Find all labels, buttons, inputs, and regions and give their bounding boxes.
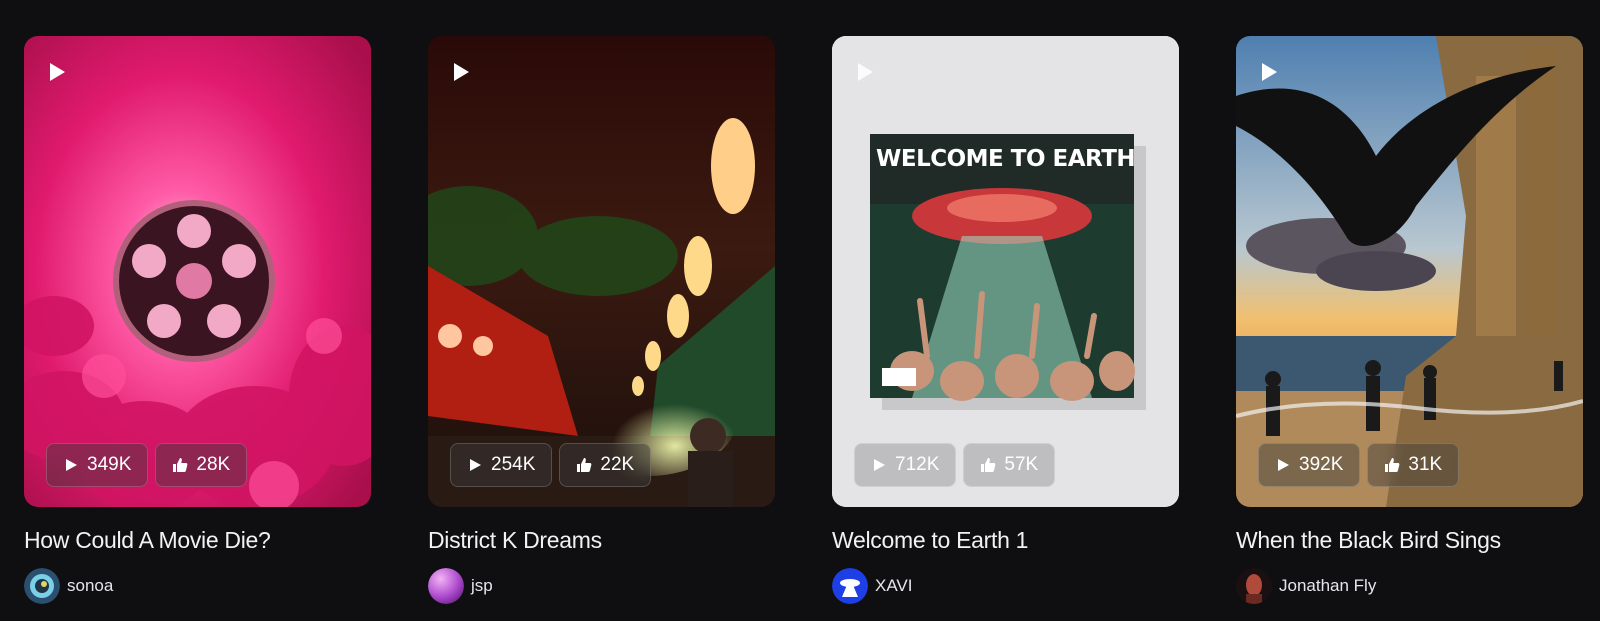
portrait-avatar-icon xyxy=(1236,568,1272,604)
thumbs-up-icon xyxy=(1385,458,1400,472)
plays-value: 254K xyxy=(491,454,536,475)
thumbnail-art xyxy=(24,36,371,507)
likes-value: 31K xyxy=(1408,454,1443,475)
play-icon xyxy=(874,459,885,471)
thumbs-up-icon xyxy=(577,458,592,472)
thumbnail-art xyxy=(1236,36,1583,507)
play-icon xyxy=(1262,63,1277,81)
likes-count: 57K xyxy=(963,443,1056,487)
thumbs-up-icon xyxy=(981,458,996,472)
play-icon xyxy=(454,63,469,81)
thumbs-up-icon xyxy=(173,458,188,472)
plays-value: 392K xyxy=(1299,454,1344,475)
video-thumbnail[interactable]: WELCOME TO EARTH 712K 57K xyxy=(832,36,1179,507)
video-title[interactable]: Welcome to Earth 1 xyxy=(832,527,1179,554)
stats-row: 254K 22K xyxy=(450,443,652,487)
author-row[interactable]: sonoa xyxy=(24,568,371,604)
swirl-avatar-icon xyxy=(24,568,60,604)
thumbnail-art xyxy=(428,36,775,507)
likes-value: 22K xyxy=(600,454,635,475)
author-row[interactable]: XAVI xyxy=(832,568,1179,604)
cover-title: WELCOME TO EARTH xyxy=(876,146,1136,172)
plays-value: 349K xyxy=(87,454,132,475)
likes-value: 57K xyxy=(1004,454,1039,475)
video-card[interactable]: 392K 31K When the Black Bird Sings Jonat… xyxy=(1236,36,1583,604)
stats-row: 392K 31K xyxy=(1258,443,1460,487)
video-title[interactable]: When the Black Bird Sings xyxy=(1236,527,1583,554)
likes-count: 22K xyxy=(559,443,652,487)
play-icon xyxy=(858,63,873,81)
video-title[interactable]: District K Dreams xyxy=(428,527,775,554)
video-card[interactable]: WELCOME TO EARTH 712K 57K Welcome to Ear… xyxy=(832,36,1179,604)
purple-orb-avatar-icon xyxy=(428,568,464,604)
author-name: Jonathan Fly xyxy=(1279,576,1377,595)
plays-count: 349K xyxy=(46,443,149,487)
plays-count: 254K xyxy=(450,443,553,487)
play-icon xyxy=(50,63,65,81)
ufo-avatar-icon xyxy=(832,568,868,604)
likes-value: 28K xyxy=(196,454,231,475)
likes-count: 31K xyxy=(1367,443,1460,487)
author-row[interactable]: Jonathan Fly xyxy=(1236,568,1583,604)
video-thumbnail[interactable]: 254K 22K xyxy=(428,36,775,507)
play-icon xyxy=(1278,459,1289,471)
thumbnail-art xyxy=(832,36,1179,507)
likes-count: 28K xyxy=(155,443,248,487)
plays-value: 712K xyxy=(895,454,940,475)
plays-count: 712K xyxy=(854,443,957,487)
video-title[interactable]: How Could A Movie Die? xyxy=(24,527,371,554)
video-card[interactable]: 349K 28K How Could A Movie Die? sonoa xyxy=(24,36,371,604)
plays-count: 392K xyxy=(1258,443,1361,487)
video-grid: 349K 28K How Could A Movie Die? sonoa 25… xyxy=(24,36,1583,604)
video-thumbnail[interactable]: 349K 28K xyxy=(24,36,371,507)
stats-row: 712K 57K xyxy=(854,443,1056,487)
author-name: jsp xyxy=(471,576,493,595)
video-thumbnail[interactable]: 392K 31K xyxy=(1236,36,1583,507)
stats-row: 349K 28K xyxy=(46,443,248,487)
video-card[interactable]: 254K 22K District K Dreams jsp xyxy=(428,36,775,604)
play-icon xyxy=(470,459,481,471)
author-name: XAVI xyxy=(875,576,913,595)
author-name: sonoa xyxy=(67,576,114,595)
author-row[interactable]: jsp xyxy=(428,568,775,604)
play-icon xyxy=(66,459,77,471)
